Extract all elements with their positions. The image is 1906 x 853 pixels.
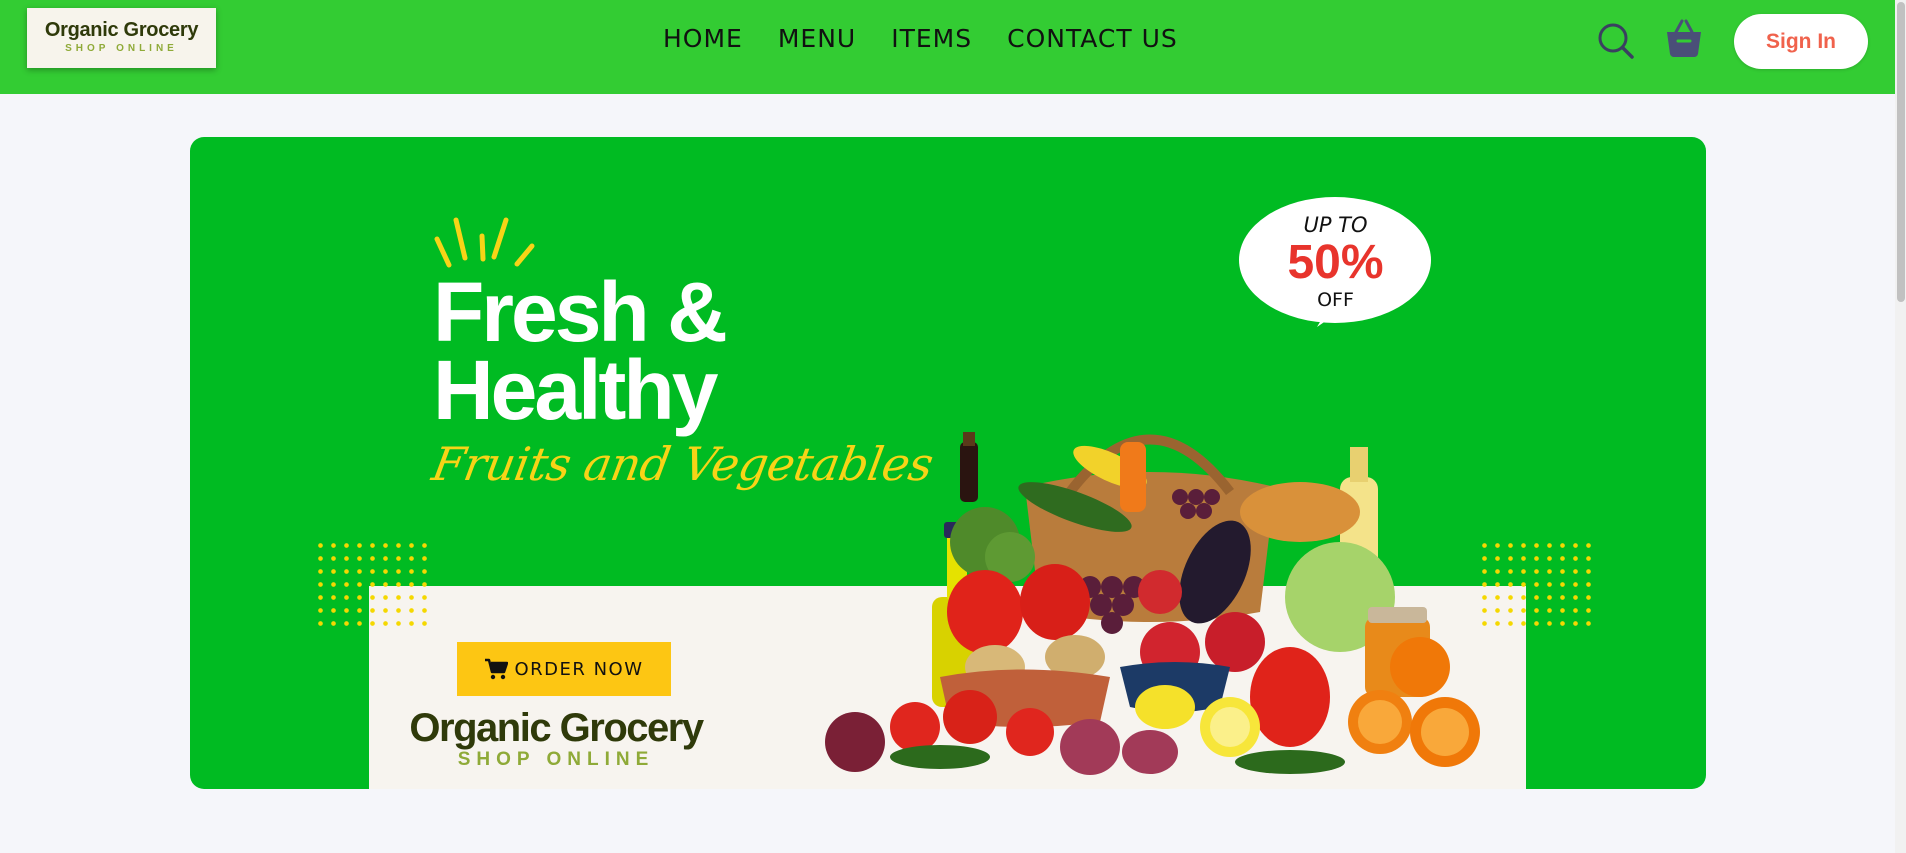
hero-banner[interactable]: Fresh & Healthy Fruits and Vegetables UP… [190,137,1706,789]
nav-home-link[interactable]: HOME [663,24,743,53]
promo-suffix: OFF [1317,289,1354,311]
order-now-label: ORDER NOW [514,658,644,680]
search-icon[interactable] [1597,22,1635,60]
basket-icon[interactable] [1665,18,1703,58]
banner-brand-title: Organic Grocery [409,706,704,750]
produce-basket-image [825,432,1480,775]
decorative-dots-left [314,539,430,629]
sign-in-button[interactable]: Sign In [1734,14,1868,69]
logo-subtitle: SHOP ONLINE [65,43,178,54]
promo-text: UP TO 50% OFF [1239,213,1432,311]
page-scrollbar[interactable] [1895,0,1906,853]
promo-prefix: UP TO [1303,213,1368,237]
order-now-button[interactable]: ORDER NOW [457,642,671,696]
promo-value: 50% [1287,236,1384,289]
shopping-cart-icon [485,658,509,680]
top-navbar: Organic Grocery SHOP ONLINE HOME MENU IT… [0,0,1895,94]
nav-contact-link[interactable]: CONTACT US [1007,24,1178,53]
hero-headline: Fresh & Healthy [433,265,728,437]
main-nav: HOME MENU ITEMS CONTACT US [663,24,1178,53]
hero-headline-line-2: Healthy [433,343,718,437]
scrollbar-thumb[interactable] [1897,2,1905,302]
banner-brand-subtitle: SHOP ONLINE [457,749,655,770]
site-logo[interactable]: Organic Grocery SHOP ONLINE [27,8,216,68]
logo-title: Organic Grocery [44,19,199,41]
nav-items-link[interactable]: ITEMS [891,24,972,53]
nav-menu-link[interactable]: MENU [778,24,856,53]
banner-brand: Organic Grocery SHOP ONLINE [406,706,706,771]
hero-headline-line-1: Fresh & [433,265,728,359]
